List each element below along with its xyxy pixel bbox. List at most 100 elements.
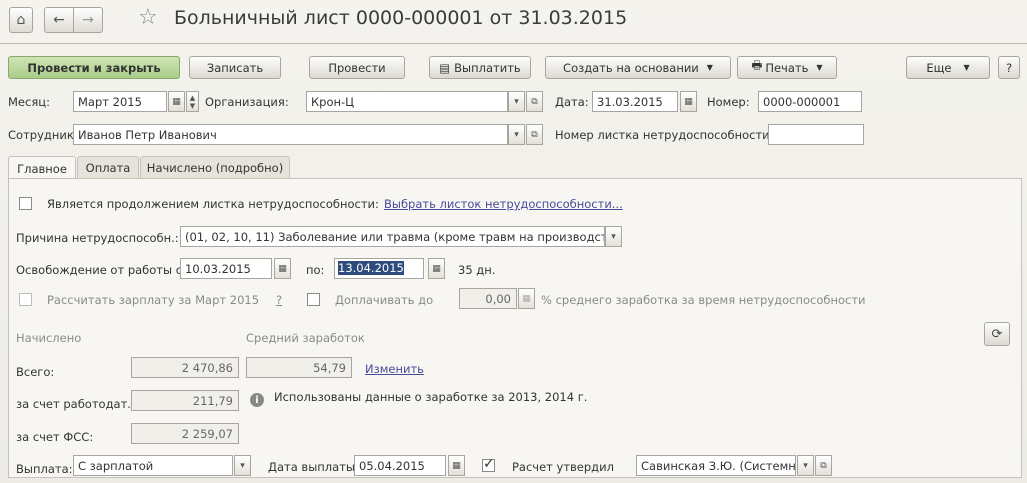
tab-main[interactable]: Главное xyxy=(8,156,76,180)
approved-checkbox[interactable] xyxy=(482,456,495,472)
calendar-icon: ▦ xyxy=(684,96,693,107)
chevron-down-icon: ▾ xyxy=(803,460,808,471)
choose-sick-leave-link[interactable]: Выбрать листок нетрудоспособности... xyxy=(384,197,623,211)
pay-up-field[interactable]: 0,00 xyxy=(459,288,517,309)
release-from-label: Освобождение от работы с: xyxy=(16,263,186,277)
payout-date-field[interactable]: 05.04.2015 xyxy=(354,455,446,476)
release-to-value: 13.04.2015 xyxy=(338,261,404,275)
post-button[interactable]: Провести xyxy=(309,56,405,79)
fss-value: 2 259,07 xyxy=(131,423,239,444)
chevron-down-icon: ▾ xyxy=(514,96,519,107)
title-bar: ⌂ ← → ☆ Больничный лист 0000-000001 от 3… xyxy=(0,0,1027,44)
calc-salary-checkbox[interactable] xyxy=(19,293,32,306)
release-to-field[interactable]: 13.04.2015 xyxy=(334,258,424,279)
printer-icon: 🖶 xyxy=(751,58,763,72)
change-avg-link[interactable]: Изменить xyxy=(365,362,424,376)
organization-field[interactable]: Крон-Ц xyxy=(306,91,508,112)
employer-value: 211,79 xyxy=(131,390,239,411)
arrow-left-icon: ← xyxy=(53,12,65,28)
pay-up-calculator-button[interactable]: ▦ xyxy=(518,288,535,309)
employee-dropdown-button[interactable]: ▾ xyxy=(508,124,525,145)
pay-up-label: Доплачивать до xyxy=(335,293,434,307)
calc-salary-help-link[interactable]: ? xyxy=(276,293,282,307)
payout-date-calendar-button[interactable]: ▦ xyxy=(448,455,465,476)
employee-label: Сотрудник: xyxy=(8,128,78,142)
info-icon: i xyxy=(250,393,264,407)
date-calendar-button[interactable]: ▦ xyxy=(680,91,697,112)
approved-by-field[interactable]: Савинская З.Ю. (Системны xyxy=(636,455,796,476)
home-button[interactable]: ⌂ xyxy=(9,7,33,33)
month-spinner[interactable]: ▲ ▼ xyxy=(186,91,199,112)
more-button[interactable]: Еще ▼ xyxy=(906,56,990,79)
approved-dropdown-button[interactable]: ▾ xyxy=(797,455,814,476)
approved-open-button[interactable]: ⧉ xyxy=(815,455,832,476)
total-label: Всего: xyxy=(16,365,55,379)
date-label: Дата: xyxy=(555,95,589,109)
reason-field[interactable]: (01, 02, 10, 11) Заболевание или травма … xyxy=(180,226,605,247)
help-button[interactable]: ? xyxy=(998,56,1020,79)
accrued-heading: Начислено xyxy=(16,331,82,345)
organization-open-button[interactable]: ⧉ xyxy=(526,91,543,112)
employer-label: за счет работодат.: xyxy=(16,397,135,411)
open-icon: ⧉ xyxy=(531,96,538,107)
calc-salary-label: Рассчитать зарплату за Март 2015 xyxy=(47,293,260,307)
tab-accrued-detailed[interactable]: Начислено (подробно) xyxy=(140,156,290,179)
date-field[interactable]: 31.03.2015 xyxy=(592,91,678,112)
home-icon: ⌂ xyxy=(16,12,26,28)
page-title: Больничный лист 0000-000001 от 31.03.201… xyxy=(174,7,628,29)
open-icon: ⧉ xyxy=(531,129,538,140)
payout-dropdown-button[interactable]: ▾ xyxy=(234,455,251,476)
employee-open-button[interactable]: ⧉ xyxy=(526,124,543,145)
dropdown-arrow-icon: ▼ xyxy=(963,63,970,72)
employee-field[interactable]: Иванов Петр Иванович xyxy=(73,124,508,145)
month-label: Месяц: xyxy=(8,95,50,109)
release-from-calendar-button[interactable]: ▦ xyxy=(274,258,291,279)
fss-label: за счет ФСС: xyxy=(16,430,94,444)
number-field[interactable]: 0000-000001 xyxy=(758,91,862,112)
save-button[interactable]: Записать xyxy=(189,56,281,79)
continuation-label: Является продолжением листка нетрудоспос… xyxy=(47,197,379,211)
more-button-label: Еще xyxy=(926,60,952,75)
payout-field[interactable]: С зарплатой xyxy=(73,455,233,476)
calendar-icon: ▦ xyxy=(432,263,441,274)
payout-date-label: Дата выплаты: xyxy=(268,460,359,474)
release-to-label: по: xyxy=(306,263,325,277)
data-info-text: Использованы данные о заработке за 2013,… xyxy=(274,390,588,404)
days-count: 35 дн. xyxy=(458,263,496,277)
print-button-label: Печать xyxy=(765,60,809,75)
tab-payment[interactable]: Оплата xyxy=(77,156,139,179)
open-icon: ⧉ xyxy=(820,460,827,471)
calculator-icon: ▦ xyxy=(522,293,531,304)
reason-dropdown-button[interactable]: ▾ xyxy=(605,226,622,247)
organization-dropdown-button[interactable]: ▾ xyxy=(508,91,525,112)
pay-button[interactable]: ▤ Выплатить xyxy=(429,56,531,79)
forward-button[interactable]: → xyxy=(73,7,103,33)
star-icon[interactable]: ☆ xyxy=(138,5,158,30)
arrow-right-icon: → xyxy=(82,12,94,28)
reason-label: Причина нетрудоспособн.: xyxy=(16,231,179,245)
calendar-icon: ▦ xyxy=(452,460,461,471)
calendar-button[interactable]: ▦ xyxy=(168,91,185,112)
post-and-close-button[interactable]: Провести и закрыть xyxy=(8,56,180,79)
chevron-down-icon: ▾ xyxy=(611,231,616,242)
back-button[interactable]: ← xyxy=(44,7,74,33)
continuation-checkbox[interactable] xyxy=(19,197,32,210)
print-button[interactable]: 🖶 Печать ▼ xyxy=(737,56,837,79)
create-based-on-button[interactable]: Создать на основании ▼ xyxy=(545,56,731,79)
calendar-icon: ▦ xyxy=(278,263,287,274)
sick-number-field[interactable] xyxy=(768,124,864,145)
total-value: 2 470,86 xyxy=(131,357,239,378)
avg-earnings-heading: Средний заработок xyxy=(246,331,365,345)
pay-up-checkbox[interactable] xyxy=(307,293,320,306)
chevron-down-icon: ▾ xyxy=(514,129,519,140)
refresh-button[interactable]: ⟳ xyxy=(984,322,1010,346)
month-field[interactable]: Март 2015 xyxy=(73,91,167,112)
create-based-on-label: Создать на основании xyxy=(563,60,699,75)
sick-leave-window: ⌂ ← → ☆ Больничный лист 0000-000001 от 3… xyxy=(0,0,1027,483)
pay-button-label: Выплатить xyxy=(454,60,521,75)
release-from-field[interactable]: 10.03.2015 xyxy=(180,258,272,279)
calendar-icon: ▦ xyxy=(172,96,181,107)
avg-earnings-value: 54,79 xyxy=(246,357,352,378)
release-to-calendar-button[interactable]: ▦ xyxy=(428,258,445,279)
dropdown-arrow-icon: ▼ xyxy=(706,63,713,72)
